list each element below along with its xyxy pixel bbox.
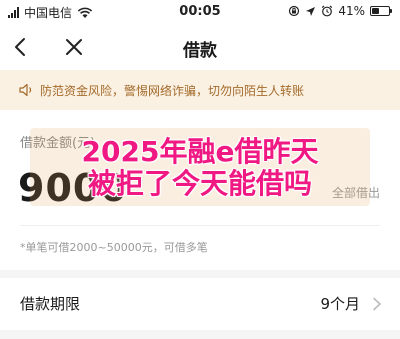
nav-bar: 借款 <box>0 24 400 70</box>
amount-hint: *单笔可借2000~50000元，可借多笔 <box>20 241 208 254</box>
status-right: 41% <box>288 4 392 18</box>
borrow-all-button[interactable]: 全部借出 <box>332 184 380 201</box>
page-title: 借款 <box>183 41 217 61</box>
status-bar: 中国电信 00:05 41% <box>0 0 400 24</box>
alarm-icon <box>322 5 333 17</box>
close-icon[interactable] <box>64 37 84 57</box>
loan-amount-card: 借款金额(元) 9000 全部借出 *单笔可借2000~50000元，可借多笔 <box>0 110 400 270</box>
term-label: 借款期限 <box>20 295 81 313</box>
risk-notice-banner: 防范资金风险，警惕网络诈骗，切勿向陌生人转账 <box>0 70 400 110</box>
notice-text: 防范资金风险，警惕网络诈骗，切勿向陌生人转账 <box>40 83 305 98</box>
amount-label: 借款金额(元) <box>20 136 96 151</box>
term-value: 9个月 <box>320 295 360 313</box>
divider <box>20 225 380 226</box>
chevron-right-icon <box>373 297 381 311</box>
battery-icon <box>370 6 392 16</box>
battery-level <box>372 8 379 14</box>
back-arrow-icon[interactable] <box>10 36 32 58</box>
loan-term-row[interactable]: 借款期限 9个月 <box>0 278 400 330</box>
section-gap <box>0 270 400 278</box>
section-gap-bottom <box>0 330 400 339</box>
screen-lock-icon <box>289 5 300 17</box>
location-icon <box>306 6 316 16</box>
amount-input[interactable]: 9000 <box>18 166 128 210</box>
battery-percent: 41% <box>338 4 365 18</box>
speaker-icon <box>19 83 32 97</box>
